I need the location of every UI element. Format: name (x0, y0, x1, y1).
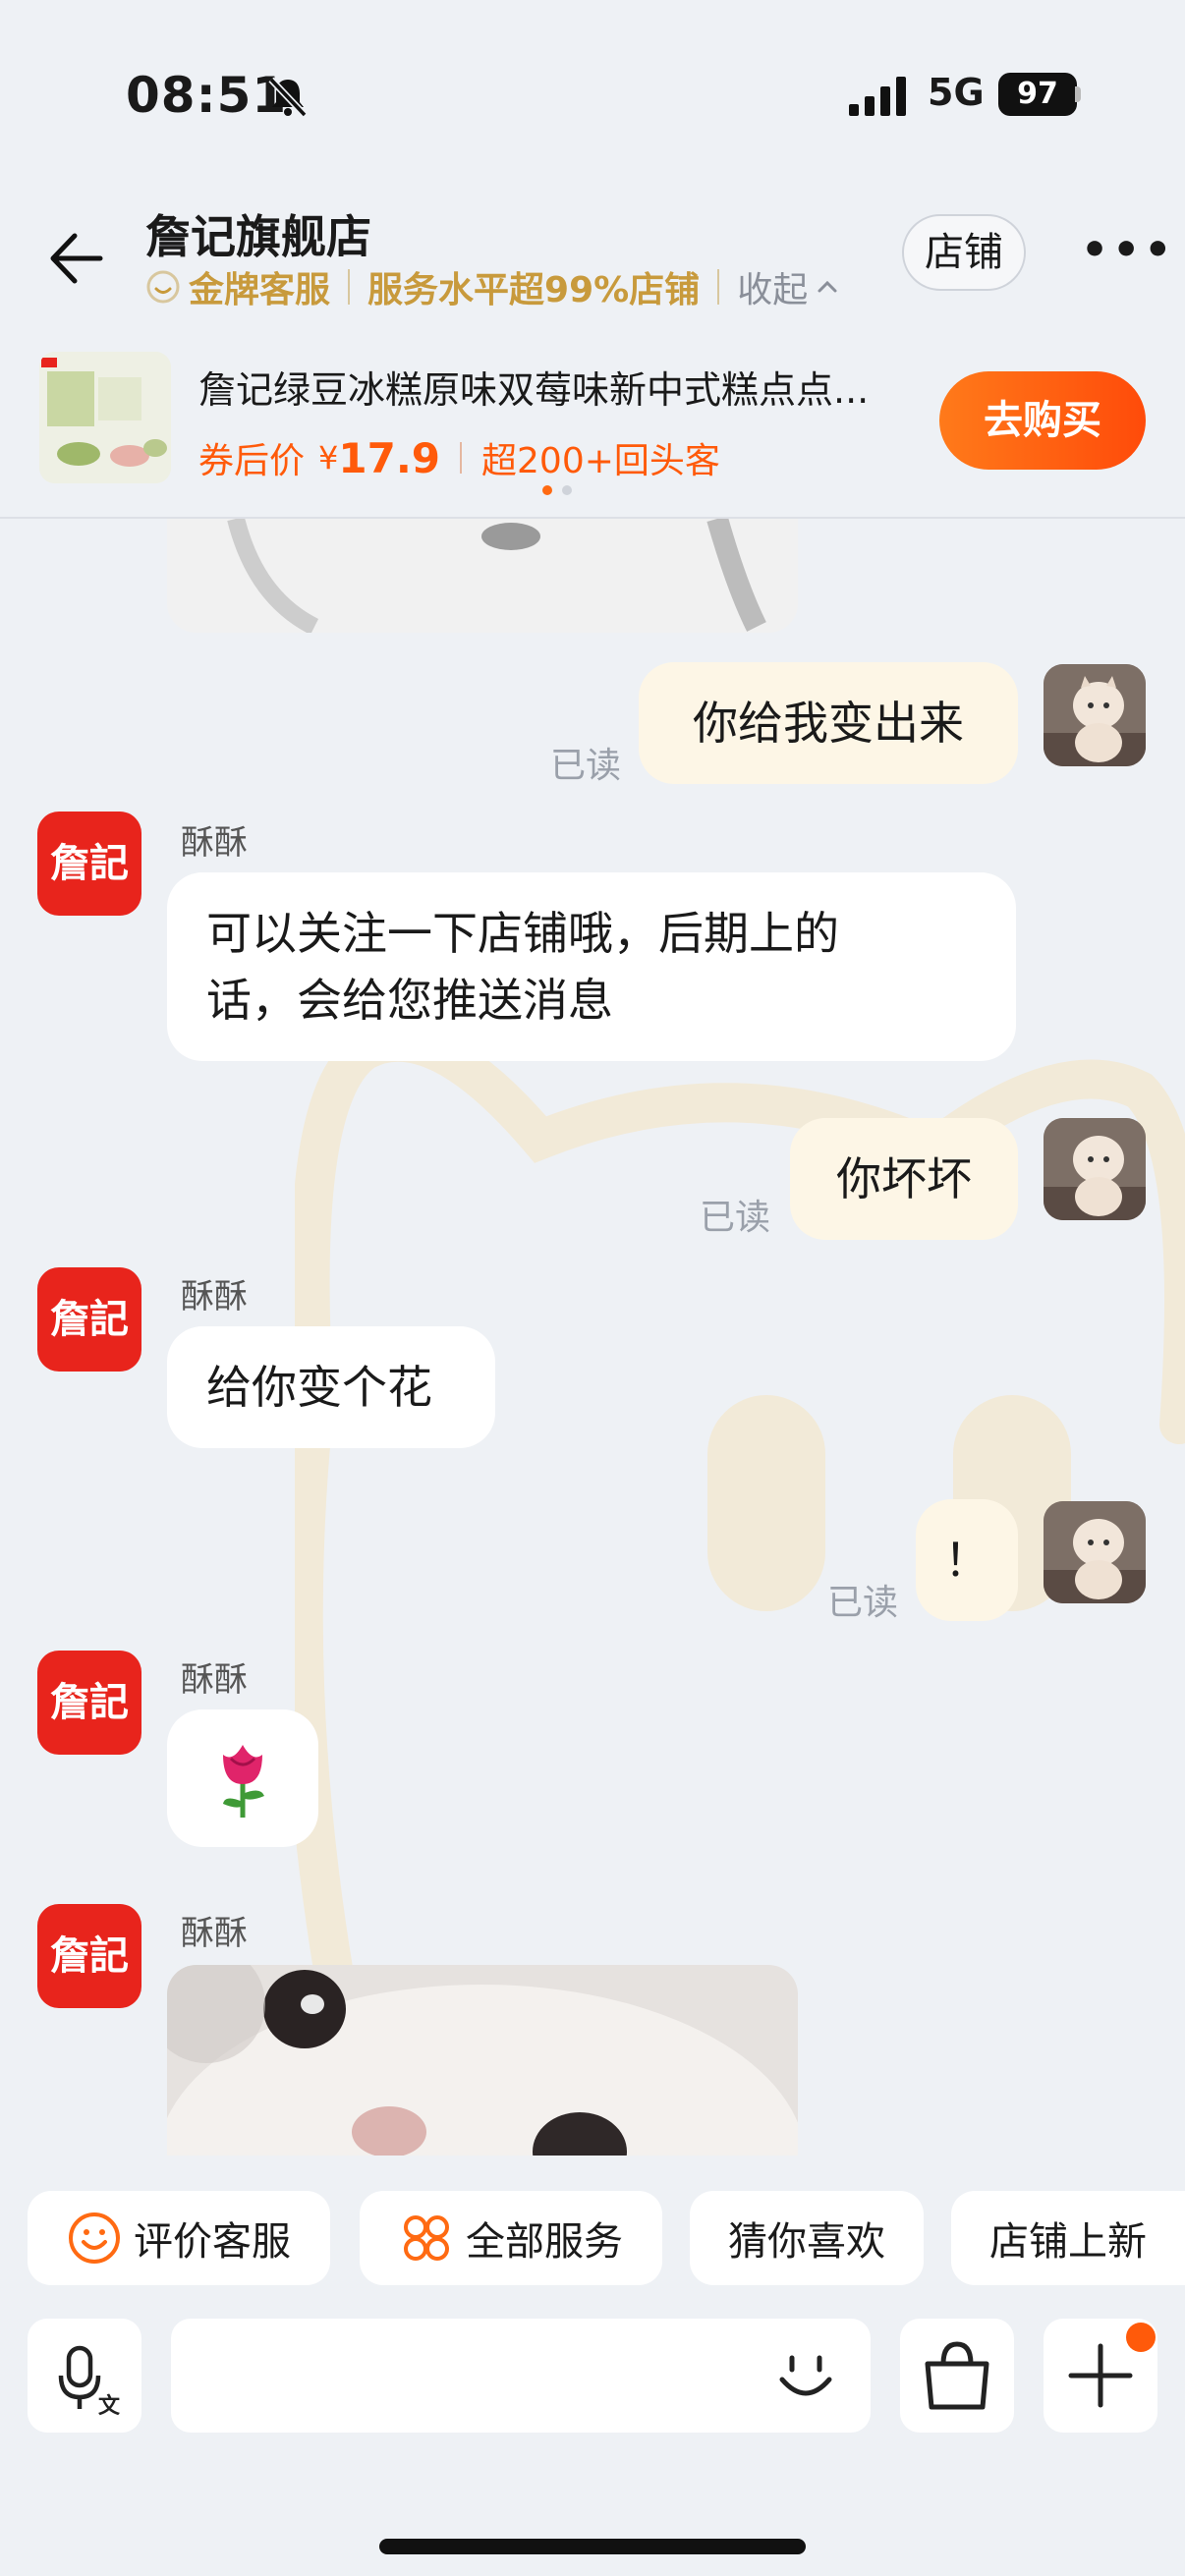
quick-actions-bar: 评价客服 全部服务 猜你喜欢 店铺上新 (0, 2191, 1185, 2289)
incoming-message[interactable] (167, 1709, 318, 1847)
read-receipt: 已读 (827, 1583, 899, 1623)
carousel-dot-active (542, 485, 552, 495)
message-line: 可以关注一下店铺哦，后期上的 (206, 907, 839, 960)
outgoing-message[interactable]: 你给我变出来 (639, 662, 1018, 784)
image-message-partial[interactable] (167, 519, 798, 633)
product-name[interactable]: 詹记绿豆冰糕原味双莓味新中式糕点点... (198, 360, 937, 414)
carousel-dots (542, 485, 572, 495)
message-input[interactable] (171, 2319, 871, 2433)
price-row: 券后价 ¥ 17.9 超200+回头客 (198, 432, 720, 483)
agent-name: 酥酥 (181, 823, 248, 863)
shop-logo[interactable]: 詹記 (37, 1267, 141, 1372)
shop-logo[interactable]: 詹記 (37, 1651, 141, 1755)
battery-level: 97 (998, 73, 1077, 116)
gold-service-icon (146, 270, 180, 304)
currency: ¥ (318, 439, 339, 476)
more-icon[interactable]: ••• (1081, 229, 1171, 272)
chip-label: 全部服务 (466, 2219, 623, 2265)
store-new-chip[interactable]: 店铺上新 (951, 2191, 1185, 2285)
divider (717, 269, 720, 305)
chip-label: 评价客服 (134, 2219, 291, 2265)
my-avatar[interactable] (1044, 1118, 1146, 1220)
read-receipt: 已读 (550, 746, 622, 786)
svg-text:文: 文 (98, 2393, 121, 2419)
collapse-label[interactable]: 收起 (737, 261, 808, 312)
carousel-dot (562, 485, 572, 495)
price: 17.9 (338, 433, 441, 482)
message-line: 话，会给您推送消息 (206, 974, 613, 1027)
chevron-up-icon[interactable] (814, 273, 841, 301)
status-time: 08:51 (126, 67, 288, 124)
divider (348, 269, 351, 305)
battery-tip (1075, 86, 1081, 102)
agent-name: 酥酥 (181, 1660, 248, 1700)
my-avatar[interactable] (1044, 1501, 1146, 1603)
agent-name: 酥酥 (181, 1277, 248, 1316)
store-button[interactable]: 店铺 (902, 214, 1026, 291)
emoji-icon[interactable] (770, 2340, 841, 2411)
shopping-bag-icon (925, 2341, 989, 2410)
chip-label: 猜你喜欢 (728, 2219, 885, 2265)
bell-muted-icon (268, 77, 308, 118)
shop-logo[interactable]: 詹記 (37, 1904, 141, 2008)
my-avatar[interactable] (1044, 664, 1146, 766)
back-arrow-icon[interactable] (45, 228, 106, 289)
divider (460, 442, 463, 474)
network-type: 5G (928, 71, 985, 114)
service-badge-row[interactable]: 金牌客服 服务水平超99%店铺 收起 (145, 263, 841, 310)
input-bar: 文 (0, 2319, 1185, 2436)
signal-icon (849, 77, 906, 116)
incoming-message[interactable]: 给你变个花 (167, 1326, 495, 1448)
outgoing-message[interactable]: 你坏坏 (790, 1118, 1018, 1240)
chip-label: 店铺上新 (989, 2219, 1147, 2265)
outgoing-message[interactable]: ！ (916, 1499, 1018, 1621)
price-prefix: 券后价 (198, 441, 306, 481)
repeat-customers: 超200+回头客 (481, 441, 720, 481)
grid-icon (404, 2215, 449, 2261)
rate-service-chip[interactable]: 评价客服 (28, 2191, 330, 2285)
guess-you-like-chip[interactable]: 猜你喜欢 (690, 2191, 924, 2285)
incoming-message[interactable]: 可以关注一下店铺哦，后期上的 话，会给您推送消息 (167, 872, 1016, 1061)
notification-dot (1126, 2323, 1156, 2352)
buy-button[interactable]: 去购买 (939, 371, 1146, 470)
product-button[interactable] (900, 2319, 1014, 2433)
agent-name: 酥酥 (181, 1914, 248, 1953)
read-receipt: 已读 (700, 1198, 771, 1238)
product-thumbnail[interactable] (39, 352, 171, 483)
shop-logo[interactable]: 詹記 (37, 812, 141, 916)
chat-area[interactable]: 已读 你给我变出来 詹記 酥酥 可以关注一下店铺哦，后期上的 话，会给您推送消息… (0, 519, 1185, 2156)
service-badge: 金牌客服 (189, 270, 331, 310)
rose-icon (223, 1745, 264, 1818)
home-indicator[interactable] (379, 2539, 806, 2554)
smile-icon (69, 2212, 120, 2264)
image-message-cat[interactable] (167, 1965, 798, 2156)
shop-title[interactable]: 詹记旗舰店 (145, 201, 371, 266)
service-level: 服务水平超99%店铺 (367, 270, 701, 310)
voice-button[interactable]: 文 (28, 2319, 141, 2433)
microphone-icon: 文 (58, 2345, 121, 2419)
all-services-chip[interactable]: 全部服务 (360, 2191, 662, 2285)
